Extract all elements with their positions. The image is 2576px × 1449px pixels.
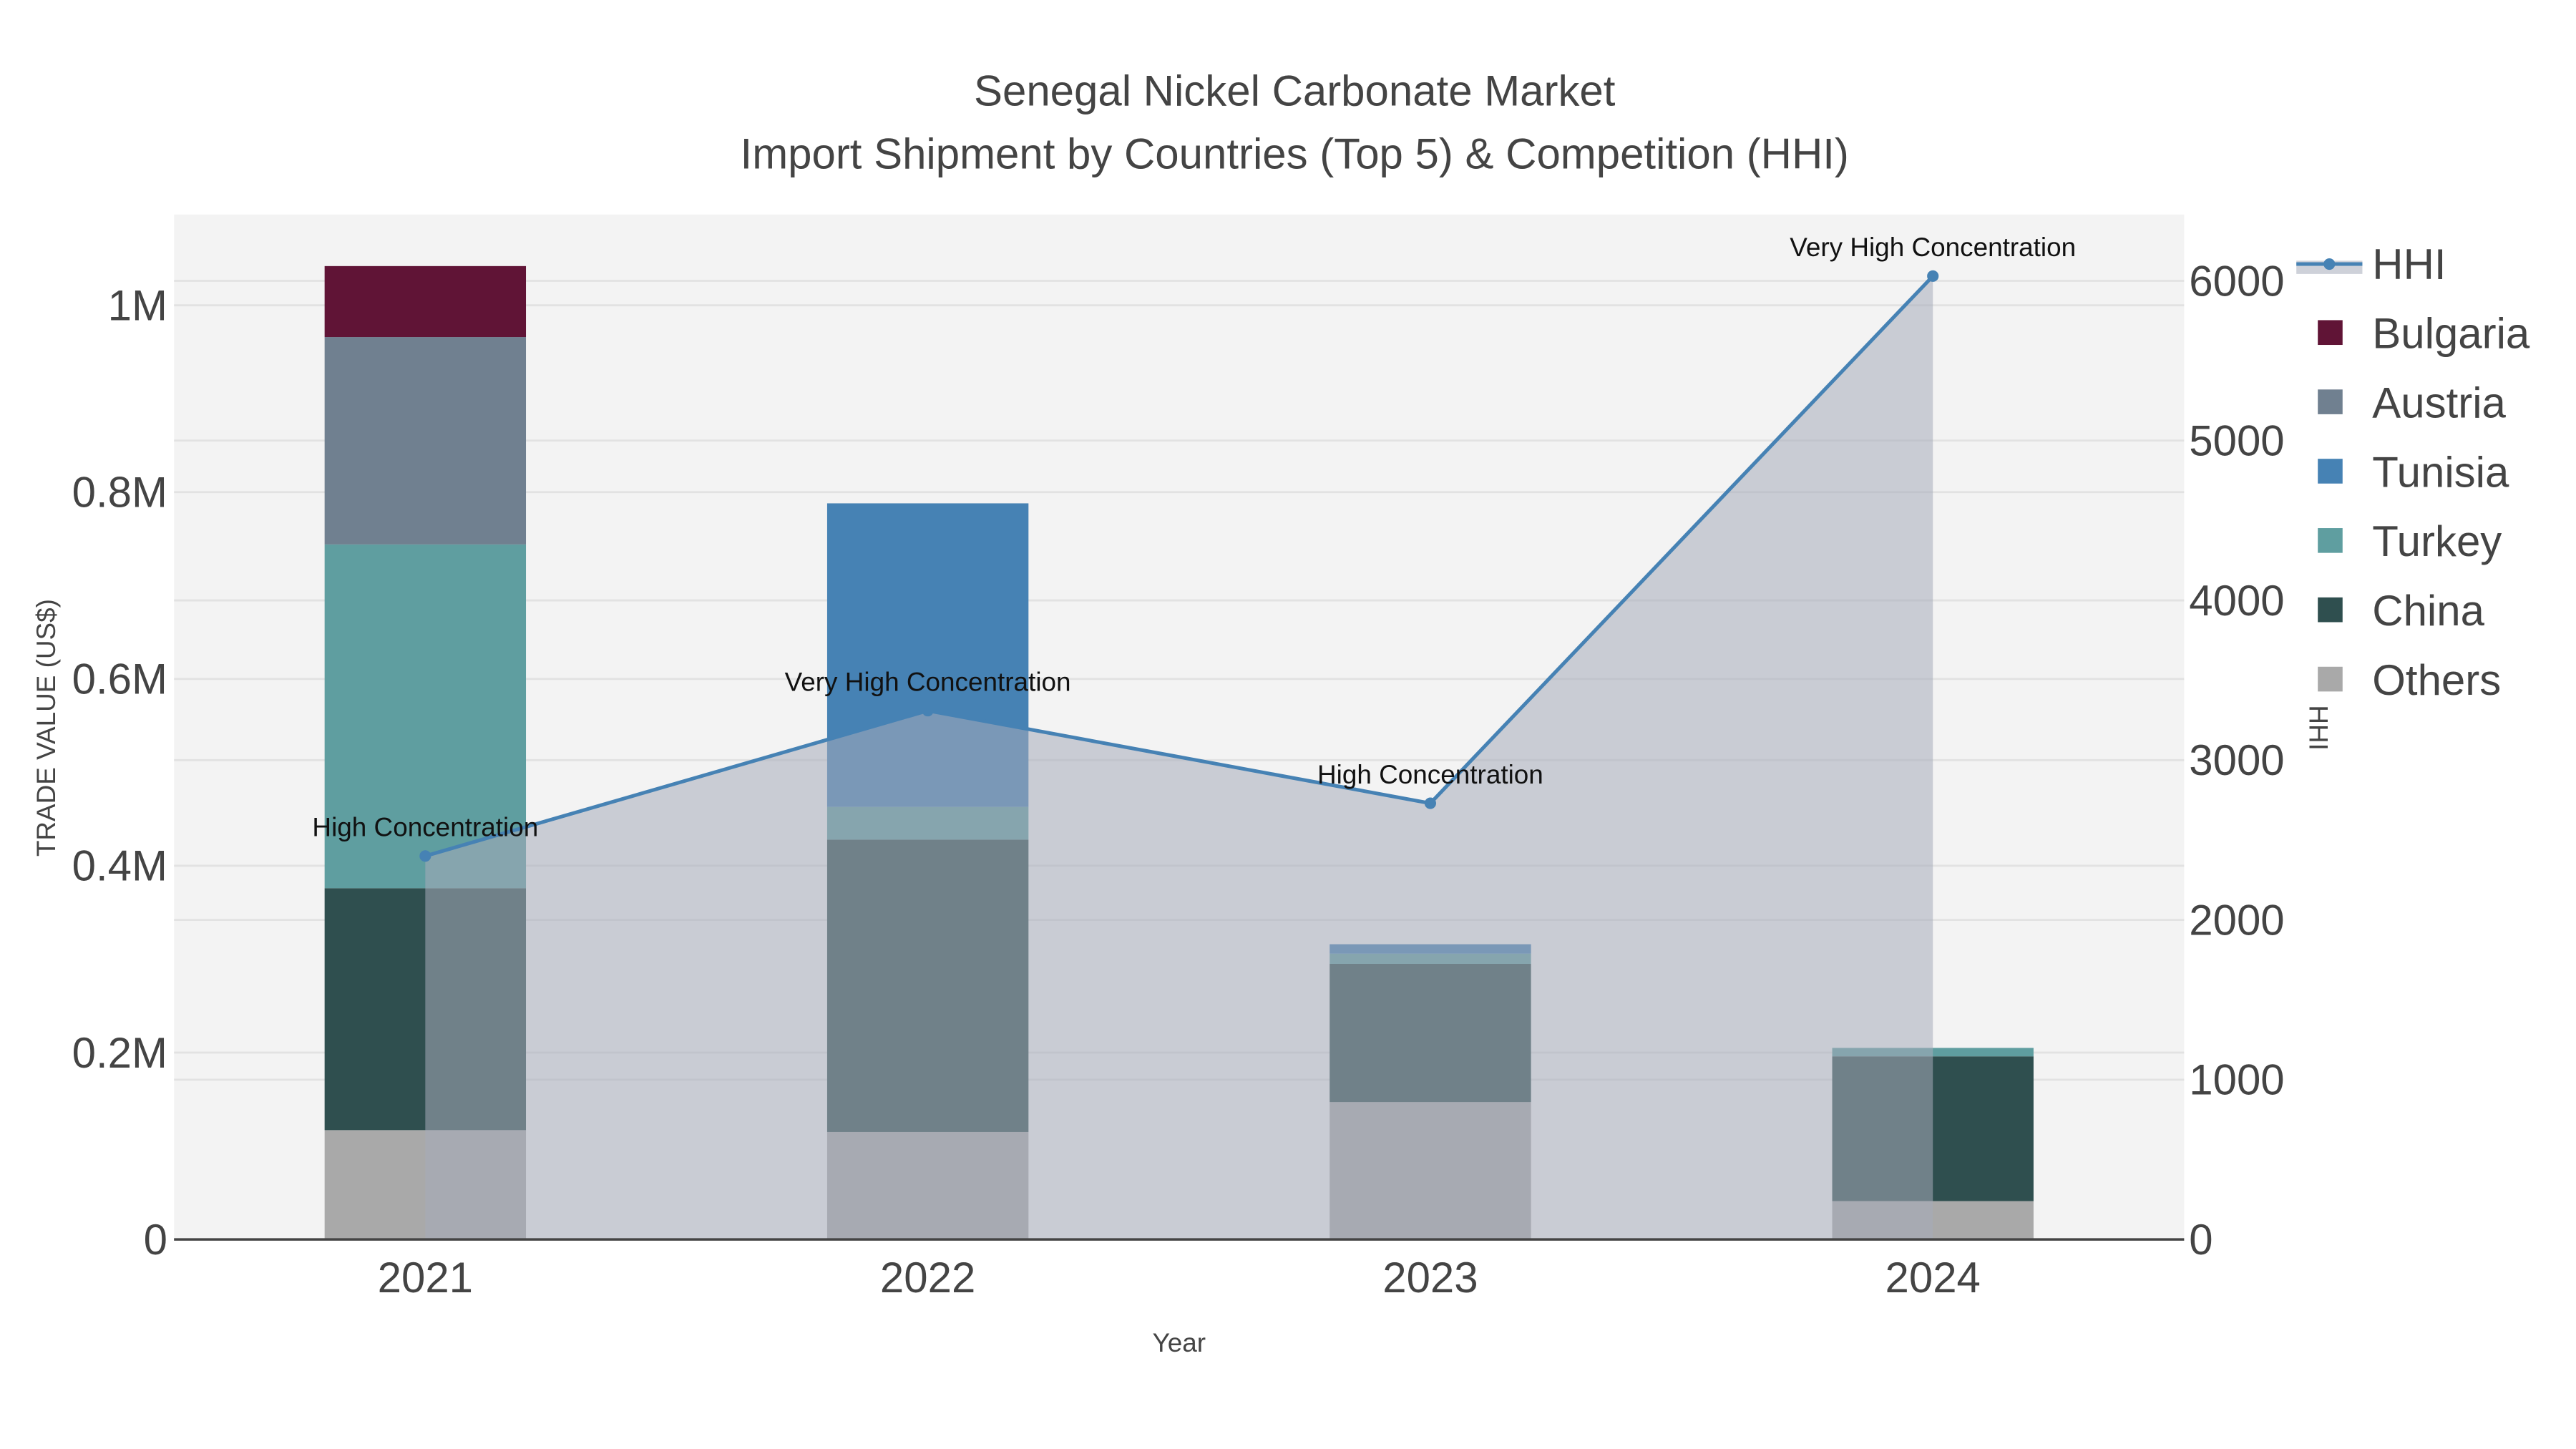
legend-label-austria: Austria (2372, 379, 2506, 427)
hhi-annotation: High Concentration (312, 813, 538, 842)
hhi-point-2024 (1927, 270, 1939, 282)
legend-hhi-marker (2323, 258, 2336, 270)
legend-swatch-china (2318, 597, 2343, 623)
chart-subtitle: Import Shipment by Countries (Top 5) & C… (741, 130, 1849, 177)
y-tick-label: 1M (108, 281, 167, 329)
y2-tick-label: 2000 (2189, 896, 2284, 944)
chart: Senegal Nickel Carbonate Market Import S… (31, 67, 2530, 1357)
y2-tick-group: 0 1000 2000 3000 4000 5000 6000 (2189, 257, 2284, 1264)
bar-austria-2021 (324, 337, 527, 545)
y-axis-ticks: 0 0.2M 0.4M 0.6M 0.8M 1M (72, 281, 167, 1263)
x-tick-label: 2024 (1885, 1254, 1981, 1302)
hhi-annotation: High Concentration (1317, 760, 1543, 789)
y-tick-label: 0.6M (72, 655, 167, 703)
x-axis-ticks: 2021 2022 2023 2024 (378, 1254, 1981, 1302)
y2-tick-label: 0 (2189, 1216, 2212, 1264)
legend: HHI Bulgaria Austria Tunisia Turkey China Othe… (2296, 240, 2530, 704)
hhi-point-2022 (922, 705, 934, 717)
y-tick-label: 0.4M (72, 842, 167, 890)
y2-tick-label: 1000 (2189, 1056, 2284, 1104)
bar-bulgaria-2021 (324, 265, 527, 338)
y2-tick-label: 3000 (2189, 736, 2284, 784)
hhi-annotation: Very High Concentration (1790, 233, 2076, 262)
y-axis-title: TRADE VALUE (US$) (31, 599, 61, 857)
y-tick-label: 0.8M (72, 469, 167, 517)
legend-label-china: China (2372, 587, 2484, 635)
hhi-point-2021 (419, 850, 431, 862)
y2-tick-label: 4000 (2189, 577, 2284, 625)
y2-tick-label: 6000 (2189, 257, 2284, 305)
legend-swatch-bulgaria (2318, 320, 2343, 346)
legend-label-turkey: Turkey (2372, 517, 2502, 565)
y2-axis-ticks: 0 1000 2000 3000 4000 5000 6000 (2189, 257, 2284, 1264)
x-tick-label: 2021 (378, 1254, 473, 1302)
legend-label-hhi: HHI (2372, 240, 2446, 288)
chart-title: Senegal Nickel Carbonate Market (974, 67, 1616, 115)
y-tick-label: 0.2M (72, 1029, 167, 1077)
y2-axis-title: HHI (2304, 705, 2333, 751)
x-axis-title: Year (1153, 1328, 1206, 1357)
hhi-annotation: Very High Concentration (785, 667, 1071, 696)
legend-label-tunisia: Tunisia (2372, 448, 2509, 496)
legend-swatch-austria (2318, 389, 2343, 414)
y2-tick-label: 5000 (2189, 417, 2284, 465)
hhi-point-2023 (1424, 797, 1436, 809)
legend-swatch-others (2318, 666, 2343, 692)
legend-swatch-turkey (2318, 528, 2343, 553)
y-tick-label: 0 (144, 1216, 167, 1264)
legend-label-others: Others (2372, 656, 2501, 704)
legend-label-bulgaria: Bulgaria (2372, 310, 2530, 358)
x-tick-label: 2022 (880, 1254, 975, 1302)
x-tick-label: 2023 (1382, 1254, 1478, 1302)
legend-swatch-tunisia (2318, 459, 2343, 484)
